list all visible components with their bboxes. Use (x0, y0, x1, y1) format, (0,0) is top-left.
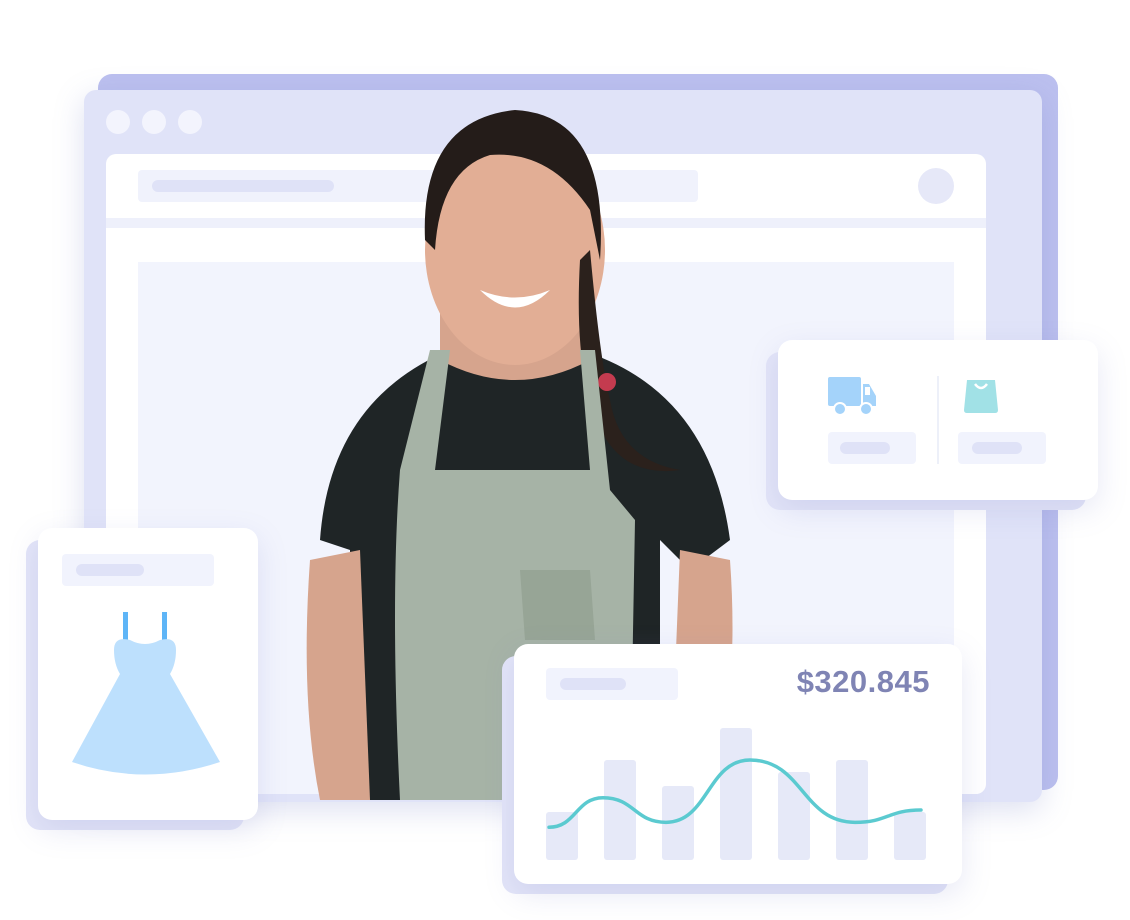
chart-bar (778, 772, 810, 860)
divider (937, 376, 939, 464)
revenue-card: $320.845 (514, 644, 962, 884)
product-card (38, 528, 258, 820)
shopping-label-placeholder (958, 432, 1046, 464)
chart-bar (836, 760, 868, 860)
delivery-label-placeholder (828, 432, 916, 464)
revenue-chart (546, 728, 926, 860)
window-control-dot[interactable] (178, 110, 202, 134)
chart-bar (894, 812, 926, 860)
window-control-dot[interactable] (142, 110, 166, 134)
chart-bar (720, 728, 752, 860)
truck-icon (828, 377, 876, 415)
product-title-placeholder (62, 554, 214, 586)
chart-bar (604, 760, 636, 860)
avatar[interactable] (918, 168, 954, 204)
delivery-card (778, 340, 1098, 500)
chart-bar (546, 812, 578, 860)
shopping-bag-icon (964, 380, 998, 413)
dress-icon (72, 612, 220, 775)
window-control-dot[interactable] (106, 110, 130, 134)
